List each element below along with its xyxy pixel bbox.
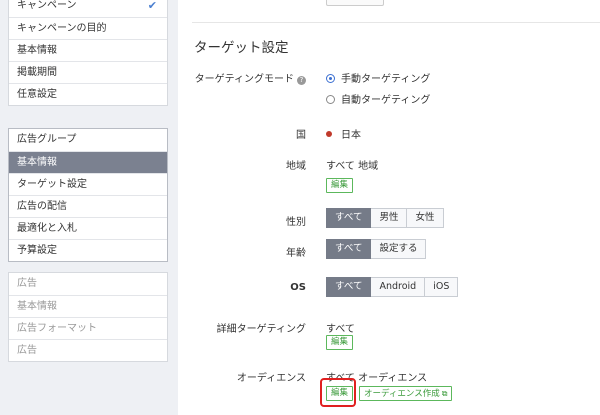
- region-edit-button[interactable]: 編集: [326, 178, 354, 193]
- sidebar-item-label: 広告フォーマット: [17, 323, 97, 334]
- sidebar-item-label: 基本情報: [17, 157, 57, 168]
- sidebar-item-label: 最適化と入札: [17, 223, 77, 234]
- sidebar-item-label: 予算設定: [17, 245, 57, 256]
- check-icon: ✔: [147, 0, 157, 12]
- sidebar-item-optimization-bidding[interactable]: 最適化と入札: [9, 217, 167, 239]
- region-value: すべて 地域: [326, 161, 379, 172]
- external-link-icon: ⧉: [441, 389, 448, 398]
- radio-unselected-icon: [326, 95, 335, 104]
- radio-selected-icon: [326, 74, 335, 83]
- page-title: ターゲット設定: [194, 40, 289, 56]
- sidebar-item-optional-settings[interactable]: 任意設定: [9, 83, 167, 105]
- country-value-text: 日本: [341, 130, 361, 141]
- main-panel: ターゲット設定 ターゲティングモード? 手動ターゲティング 自動ターゲティング …: [178, 0, 600, 415]
- age-option-custom[interactable]: 設定する: [371, 239, 427, 259]
- sidebar-item-label: 任意設定: [17, 89, 57, 100]
- country-value: 日本: [326, 126, 361, 141]
- previous-section-button[interactable]: [326, 0, 384, 6]
- age-label: 年齢: [286, 248, 306, 259]
- region-label: 地域: [286, 161, 306, 172]
- sidebar-item-ad-basic-info[interactable]: 基本情報: [9, 295, 167, 317]
- gender-option-male[interactable]: 男性: [371, 208, 408, 228]
- sidebar-item-ad-creative[interactable]: 広告: [9, 339, 167, 361]
- detailed-targeting-label: 詳細ターゲティング: [216, 324, 306, 335]
- os-label: OS: [290, 282, 306, 293]
- sidebar-item-label: キャンペーン: [17, 0, 77, 11]
- sidebar: キャンペーン ✔ キャンペーンの目的 基本情報 掲載期間 任意設定 広告グループ…: [0, 0, 178, 415]
- detailed-targeting-value: すべて: [326, 324, 355, 335]
- age-option-all[interactable]: すべて: [326, 239, 372, 259]
- radio-auto-targeting[interactable]: 自動ターゲティング: [326, 91, 430, 106]
- sidebar-item-campaign-objective[interactable]: キャンペーンの目的: [9, 17, 167, 39]
- gender-segmented-control: すべて 男性 女性: [326, 208, 444, 228]
- campaign-nav-group: キャンペーン ✔ キャンペーンの目的 基本情報 掲載期間 任意設定: [8, 0, 168, 106]
- targeting-mode-label-text: ターゲティングモード: [194, 74, 294, 85]
- gender-label: 性別: [286, 217, 306, 228]
- sidebar-item-budget[interactable]: 予算設定: [9, 239, 167, 261]
- sidebar-item-label: 広告: [17, 345, 37, 356]
- adgroup-nav-group: 広告グループ 基本情報 ターゲット設定 広告の配信 最適化と入札 予算設定: [8, 128, 168, 262]
- sidebar-item-campaign-basic-info[interactable]: 基本情報: [9, 39, 167, 61]
- highlight-annotation: [320, 378, 356, 407]
- sidebar-item-campaign[interactable]: キャンペーン ✔: [9, 0, 167, 17]
- sidebar-item-label: キャンペーンの目的: [17, 23, 107, 34]
- sidebar-item-label: 基本情報: [17, 301, 57, 312]
- os-segmented-control: すべて Android iOS: [326, 277, 459, 297]
- sidebar-item-label: 掲載期間: [17, 67, 57, 78]
- create-audience-button[interactable]: オーディエンス作成 ⧉: [359, 386, 453, 401]
- os-option-all[interactable]: すべて: [326, 277, 372, 297]
- country-label: 国: [296, 130, 306, 141]
- ad-nav-group: 広告 基本情報 広告フォーマット 広告: [8, 272, 168, 362]
- radio-label: 自動ターゲティング: [341, 95, 431, 106]
- sidebar-item-label: 広告グループ: [17, 134, 77, 145]
- audience-label: オーディエンス: [236, 373, 306, 384]
- sidebar-item-delivery[interactable]: 広告の配信: [9, 195, 167, 217]
- japan-flag-dot-icon: [326, 131, 332, 137]
- detailed-targeting-edit-button[interactable]: 編集: [326, 335, 354, 350]
- create-audience-label: オーディエンス作成: [364, 389, 440, 399]
- gender-option-female[interactable]: 女性: [407, 208, 444, 228]
- targeting-mode-label: ターゲティングモード?: [195, 70, 306, 85]
- sidebar-item-schedule[interactable]: 掲載期間: [9, 61, 167, 83]
- sidebar-item-targeting[interactable]: ターゲット設定: [9, 173, 167, 195]
- sidebar-item-adgroup-basic-info[interactable]: 基本情報: [9, 151, 167, 173]
- os-option-ios[interactable]: iOS: [425, 277, 459, 297]
- sidebar-item-label: 基本情報: [17, 45, 57, 56]
- radio-manual-targeting[interactable]: 手動ターゲティング: [326, 70, 430, 85]
- age-segmented-control: すべて 設定する: [326, 239, 427, 259]
- section-divider: [192, 22, 600, 23]
- sidebar-item-label: 広告: [17, 278, 37, 289]
- radio-label: 手動ターゲティング: [341, 74, 431, 85]
- sidebar-item-ad[interactable]: 広告: [9, 273, 167, 295]
- gender-option-all[interactable]: すべて: [326, 208, 372, 228]
- sidebar-item-label: ターゲット設定: [17, 179, 87, 190]
- os-option-android[interactable]: Android: [371, 277, 426, 297]
- sidebar-item-adgroup[interactable]: 広告グループ: [9, 129, 167, 151]
- help-icon[interactable]: ?: [297, 76, 306, 85]
- sidebar-item-ad-format[interactable]: 広告フォーマット: [9, 317, 167, 339]
- sidebar-item-label: 広告の配信: [17, 201, 67, 212]
